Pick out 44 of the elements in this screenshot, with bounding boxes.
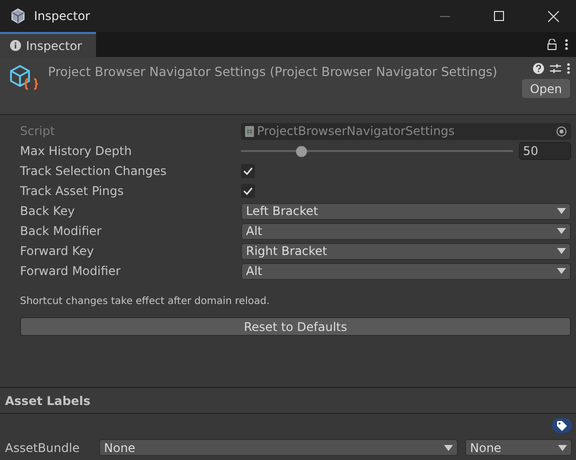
field-label: Track Asset Pings	[20, 184, 125, 198]
close-icon[interactable]	[548, 10, 558, 22]
dropdown[interactable]: None	[99, 439, 458, 456]
maximize-icon[interactable]	[494, 11, 504, 21]
caret-icon	[557, 228, 566, 234]
open-button[interactable]: Open	[522, 79, 570, 98]
field-label: Back Modifier	[20, 224, 102, 238]
section-header: Asset Labels	[0, 387, 576, 414]
dropdown[interactable]: Left Bracket	[241, 202, 571, 220]
checkbox[interactable]	[241, 164, 255, 178]
field-label: Back Key	[20, 204, 76, 218]
more-icon[interactable]	[565, 39, 568, 50]
field-label: Forward Key	[20, 244, 95, 258]
asset-title: Project Browser Navigator Settings (Project Browser Navigator Settings)	[48, 63, 498, 81]
caret-icon	[557, 208, 566, 214]
lock-icon[interactable]	[547, 39, 557, 50]
dropdown[interactable]: None	[465, 439, 572, 456]
caret-icon	[557, 268, 566, 274]
field-label: Script	[20, 124, 56, 138]
field-label: AssetBundle	[5, 440, 81, 454]
tag-icon	[557, 420, 567, 430]
tag-button[interactable]	[552, 418, 572, 433]
field-label: Max History Depth	[20, 144, 133, 158]
reset-button[interactable]: Reset to Defaults	[20, 317, 571, 336]
field-label: Forward Modifier	[20, 264, 122, 278]
help-icon[interactable]	[533, 63, 544, 74]
number-field[interactable]: 50	[519, 142, 571, 160]
dropdown[interactable]: Right Bracket	[241, 242, 571, 260]
caret-icon	[558, 444, 567, 450]
more-icon[interactable]	[567, 63, 570, 74]
caret-icon	[557, 248, 566, 254]
app-logo-icon	[10, 8, 26, 24]
dropdown[interactable]: Alt	[241, 222, 571, 240]
slider-thumb[interactable]	[296, 146, 307, 156]
window-title: Inspector	[34, 9, 91, 23]
tab[interactable]: Inspector	[0, 32, 96, 57]
sliders-icon[interactable]	[550, 63, 561, 74]
dropdown[interactable]: Alt	[241, 262, 571, 280]
info-icon	[10, 40, 21, 51]
script-file-icon	[245, 126, 254, 136]
caret-icon	[444, 444, 453, 450]
field-label: Track Selection Changes	[20, 164, 168, 178]
note-text: Shortcut changes take effect after domain reload.	[20, 296, 271, 307]
checkbox[interactable]	[241, 184, 255, 198]
